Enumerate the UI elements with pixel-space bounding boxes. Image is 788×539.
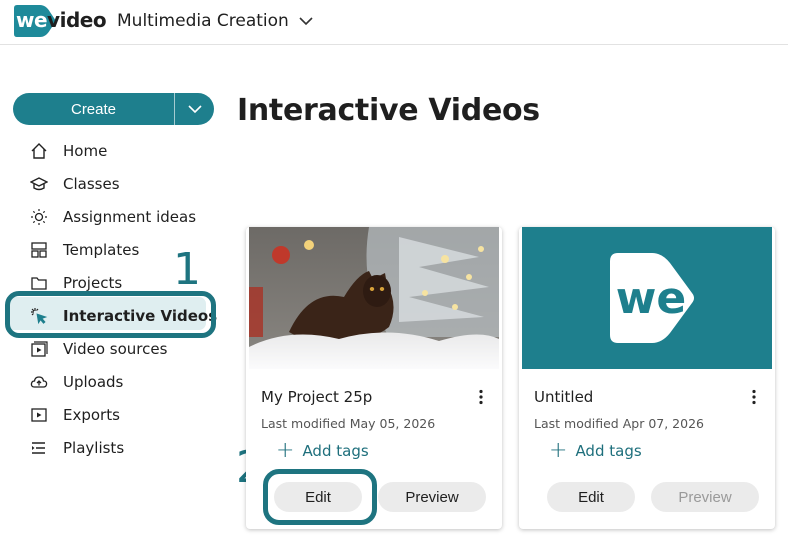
- add-tags-label: Add tags: [302, 442, 369, 460]
- placeholder-logo-text: we: [616, 273, 687, 324]
- playlist-icon: [30, 439, 48, 457]
- edit-button[interactable]: Edit: [547, 482, 635, 512]
- sidebar-item-label: Assignment ideas: [63, 207, 197, 226]
- create-dropdown-button[interactable]: [174, 93, 214, 125]
- top-header: wevideo Multimedia Creation: [0, 0, 788, 45]
- export-play-icon: [30, 406, 48, 424]
- annotation-step-1: 1: [173, 244, 201, 295]
- folder-icon: [30, 274, 48, 292]
- wevideo-logo[interactable]: wevideo: [12, 4, 107, 38]
- page-title: Interactive Videos: [237, 93, 540, 128]
- more-options-icon[interactable]: [476, 389, 486, 405]
- graduation-cap-icon: [30, 175, 48, 193]
- project-thumbnail[interactable]: we: [522, 227, 772, 369]
- preview-button-disabled: Preview: [651, 482, 759, 512]
- plus-icon: +: [276, 438, 295, 463]
- sidebar-item-label: Uploads: [63, 372, 124, 391]
- chevron-down-icon: [299, 17, 313, 26]
- sidebar-item-assignment-ideas[interactable]: Assignment ideas: [13, 200, 218, 233]
- templates-icon: [30, 241, 48, 259]
- workspace-selector[interactable]: Multimedia Creation: [117, 11, 313, 31]
- preview-button[interactable]: Preview: [378, 482, 486, 512]
- annotation-ring-interactive-videos: [5, 291, 216, 338]
- last-modified-text: Last modified May 05, 2026: [261, 416, 436, 431]
- annotation-ring-edit-button: [263, 469, 377, 525]
- sidebar-item-playlists[interactable]: Playlists: [13, 431, 218, 464]
- add-tags-button[interactable]: + Add tags: [276, 440, 369, 462]
- sidebar-item-home[interactable]: Home: [13, 134, 218, 167]
- logo-text-video: video: [47, 8, 107, 32]
- sidebar-item-label: Templates: [63, 240, 140, 259]
- workspace-name: Multimedia Creation: [117, 11, 289, 31]
- sidebar-item-classes[interactable]: Classes: [13, 167, 218, 200]
- sidebar-item-uploads[interactable]: Uploads: [13, 365, 218, 398]
- sidebar-item-exports[interactable]: Exports: [13, 398, 218, 431]
- project-thumbnail[interactable]: [249, 227, 499, 369]
- home-icon: [30, 142, 48, 160]
- plus-icon: +: [549, 438, 568, 463]
- sidebar-item-label: Home: [63, 141, 108, 160]
- create-button[interactable]: Create: [13, 93, 174, 125]
- more-options-icon[interactable]: [749, 389, 759, 405]
- logo-text-we: we: [16, 8, 48, 32]
- sidebar-item-label: Exports: [63, 405, 120, 424]
- sidebar-item-label: Classes: [63, 174, 120, 193]
- add-tags-button[interactable]: + Add tags: [549, 440, 642, 462]
- project-title[interactable]: My Project 25p: [261, 388, 372, 406]
- sidebar-item-label: Playlists: [63, 438, 125, 457]
- cloud-upload-icon: [30, 373, 48, 391]
- lightbulb-icon: [30, 208, 48, 226]
- last-modified-text: Last modified Apr 07, 2026: [534, 416, 704, 431]
- video-sources-icon: [30, 340, 48, 358]
- cat-thumbnail-image: [249, 227, 499, 369]
- sidebar-item-label: Projects: [63, 273, 123, 292]
- wevideo-placeholder-logo-icon: we: [522, 227, 772, 369]
- add-tags-label: Add tags: [575, 442, 642, 460]
- project-title[interactable]: Untitled: [534, 388, 593, 406]
- chevron-down-icon: [187, 105, 202, 114]
- create-button-group: Create: [13, 93, 214, 125]
- project-card[interactable]: we Untitled Last modified Apr 07, 2026 +…: [519, 227, 775, 529]
- sidebar-item-label: Video sources: [63, 339, 168, 358]
- logo-text: wevideo: [16, 8, 107, 32]
